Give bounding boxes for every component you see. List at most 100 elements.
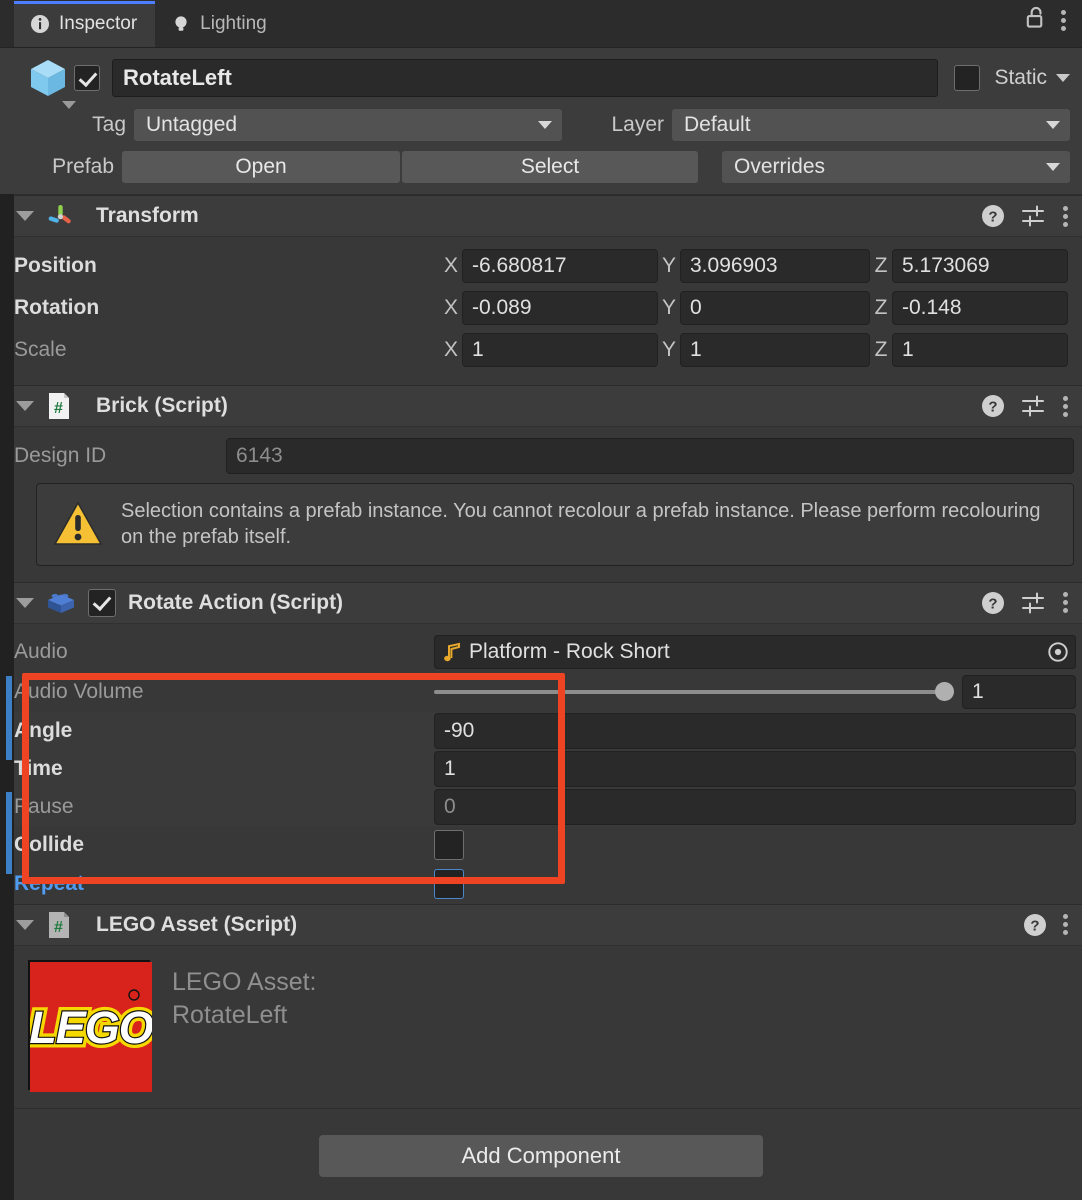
pause-input[interactable]: 0	[434, 788, 1076, 825]
property-row-pause: Pause 0	[14, 787, 1076, 826]
pause-label: Pause	[14, 794, 74, 818]
component-header[interactable]: # LEGO Asset (Script) ?	[0, 903, 1082, 946]
prefab-select-button[interactable]: Select	[402, 151, 698, 183]
time-input[interactable]: 1	[434, 750, 1076, 787]
svg-text:#: #	[54, 919, 63, 936]
angle-input[interactable]: -90	[434, 712, 1076, 749]
vector3-field: X 1 Y 1 Z 1	[440, 333, 1068, 367]
tag-dropdown[interactable]: Untagged	[134, 109, 562, 141]
static-checkbox[interactable]	[954, 65, 981, 91]
audio-value: Platform - Rock Short	[469, 639, 670, 663]
chevron-down-icon[interactable]	[62, 101, 76, 109]
vector3-field: X -0.089 Y 0 Z -0.148	[440, 291, 1068, 325]
gameobject-name-input[interactable]: RotateLeft	[112, 59, 939, 97]
vector3-field: X -6.680817 Y 3.096903 Z 5.173069	[440, 249, 1068, 283]
object-picker-icon[interactable]	[1041, 636, 1075, 668]
help-icon[interactable]: ?	[1023, 913, 1047, 937]
kebab-menu-icon[interactable]	[1063, 395, 1068, 417]
repeat-label: Repeat	[14, 871, 85, 895]
component-enabled-checkbox[interactable]	[88, 588, 116, 617]
kebab-menu-icon[interactable]	[1063, 914, 1068, 936]
kebab-menu-icon[interactable]	[1061, 9, 1066, 31]
prefab-open-button[interactable]: Open	[122, 151, 400, 183]
gameobject-icon-wrap[interactable]	[14, 56, 76, 109]
help-icon[interactable]: ?	[981, 591, 1005, 615]
tab-lighting[interactable]: Lighting	[155, 1, 285, 47]
layer-dropdown[interactable]: Default	[672, 109, 1070, 141]
component-header-actions: ?	[1023, 913, 1068, 937]
rotation-y-input[interactable]: 0	[680, 291, 870, 325]
preset-settings-icon[interactable]	[1021, 394, 1047, 418]
foldout-arrow-icon[interactable]	[16, 211, 34, 221]
static-dropdown[interactable]: Static	[994, 66, 1070, 90]
component-title: Rotate Action (Script)	[128, 590, 344, 614]
svg-text:?: ?	[988, 209, 997, 226]
foldout-arrow-icon[interactable]	[16, 597, 34, 608]
add-component-button[interactable]: Add Component	[319, 1134, 763, 1177]
component-body: LEGO LEGO LEGO Asset: RotateLeft	[0, 946, 1082, 1108]
design-id-input[interactable]: 6143	[226, 438, 1074, 474]
scale-y-input[interactable]: 1	[680, 333, 870, 367]
component-header-actions: ?	[981, 204, 1068, 228]
help-icon[interactable]: ?	[981, 204, 1005, 228]
component-header-actions: ?	[981, 591, 1068, 615]
tag-label: Tag	[92, 113, 126, 136]
axis-label-y: Y	[661, 254, 676, 277]
tab-inspector[interactable]: Inspector	[14, 1, 156, 47]
property-row-audio-volume: Audio Volume 1	[14, 672, 1076, 712]
slider-handle[interactable]	[935, 682, 954, 702]
audio-object-field[interactable]: Platform - Rock Short	[434, 634, 1076, 669]
lightbulb-icon	[171, 14, 191, 34]
property-row-collide: Collide	[14, 826, 1076, 864]
axis-label-z: Z	[874, 254, 888, 277]
audio-volume-input[interactable]: 1	[962, 674, 1076, 709]
prefab-label: Prefab	[52, 155, 114, 178]
component-header[interactable]: Transform ?	[0, 195, 1082, 237]
position-y-input[interactable]: 3.096903	[680, 249, 870, 283]
component-header[interactable]: # Brick (Script) ?	[0, 385, 1082, 427]
svg-text:?: ?	[988, 399, 997, 416]
warning-box: Selection contains a prefab instance. Yo…	[36, 483, 1074, 566]
component-body: Position X -6.680817 Y 3.096903 Z 5.1730…	[0, 237, 1082, 385]
layer-label: Layer	[611, 113, 664, 136]
kebab-menu-icon[interactable]	[1063, 205, 1068, 227]
chevron-down-icon	[538, 121, 552, 129]
collide-checkbox[interactable]	[434, 829, 464, 860]
kebab-menu-icon[interactable]	[1063, 592, 1068, 614]
position-x-input[interactable]: -6.680817	[462, 249, 658, 283]
inspector-window: Inspector Lighting RotateLeft Static Tag…	[0, 0, 1082, 1200]
gameobject-name-row: RotateLeft Static	[14, 56, 1070, 109]
prefab-overrides-dropdown[interactable]: Overrides	[722, 151, 1070, 183]
svg-text:LEGO: LEGO	[30, 1002, 152, 1053]
component-header[interactable]: Rotate Action (Script) ?	[0, 581, 1082, 624]
position-z-input[interactable]: 5.173069	[892, 249, 1068, 283]
tag-layer-row: Tag Untagged Layer Default	[14, 108, 1070, 142]
music-note-icon	[443, 642, 461, 662]
preset-settings-icon[interactable]	[1021, 204, 1047, 228]
axis-label-x: X	[443, 296, 458, 319]
gameobject-header: RotateLeft Static Tag Untagged Layer Def…	[0, 48, 1082, 194]
axis-label-x: X	[443, 338, 458, 361]
repeat-checkbox[interactable]	[434, 868, 464, 899]
scale-z-input[interactable]: 1	[892, 333, 1068, 367]
foldout-arrow-icon[interactable]	[16, 919, 34, 930]
foldout-arrow-icon[interactable]	[16, 401, 34, 411]
audio-volume-slider[interactable]	[434, 675, 954, 709]
layer-value: Default	[684, 113, 751, 136]
rotation-x-input[interactable]: -0.089	[462, 291, 658, 325]
rotation-z-input[interactable]: -0.148	[892, 291, 1068, 325]
audio-label: Audio	[14, 639, 68, 663]
unlocked-padlock-icon[interactable]	[1024, 5, 1047, 35]
preset-settings-icon[interactable]	[1021, 591, 1047, 615]
help-icon[interactable]: ?	[981, 394, 1005, 418]
svg-text:?: ?	[1030, 917, 1039, 934]
component-body: Audio Platform - Rock Short Audio Volume	[0, 624, 1082, 904]
svg-text:?: ?	[988, 595, 997, 612]
lego-asset-name: RotateLeft	[172, 1001, 288, 1030]
component-brick-script: # Brick (Script) ? Design ID 6143 Select…	[0, 385, 1082, 582]
gameobject-enabled-checkbox[interactable]	[74, 65, 100, 91]
axis-label-x: X	[443, 254, 458, 277]
component-title: Brick (Script)	[96, 394, 228, 417]
scale-x-input[interactable]: 1	[462, 333, 658, 367]
prefab-override-bar	[6, 792, 12, 874]
